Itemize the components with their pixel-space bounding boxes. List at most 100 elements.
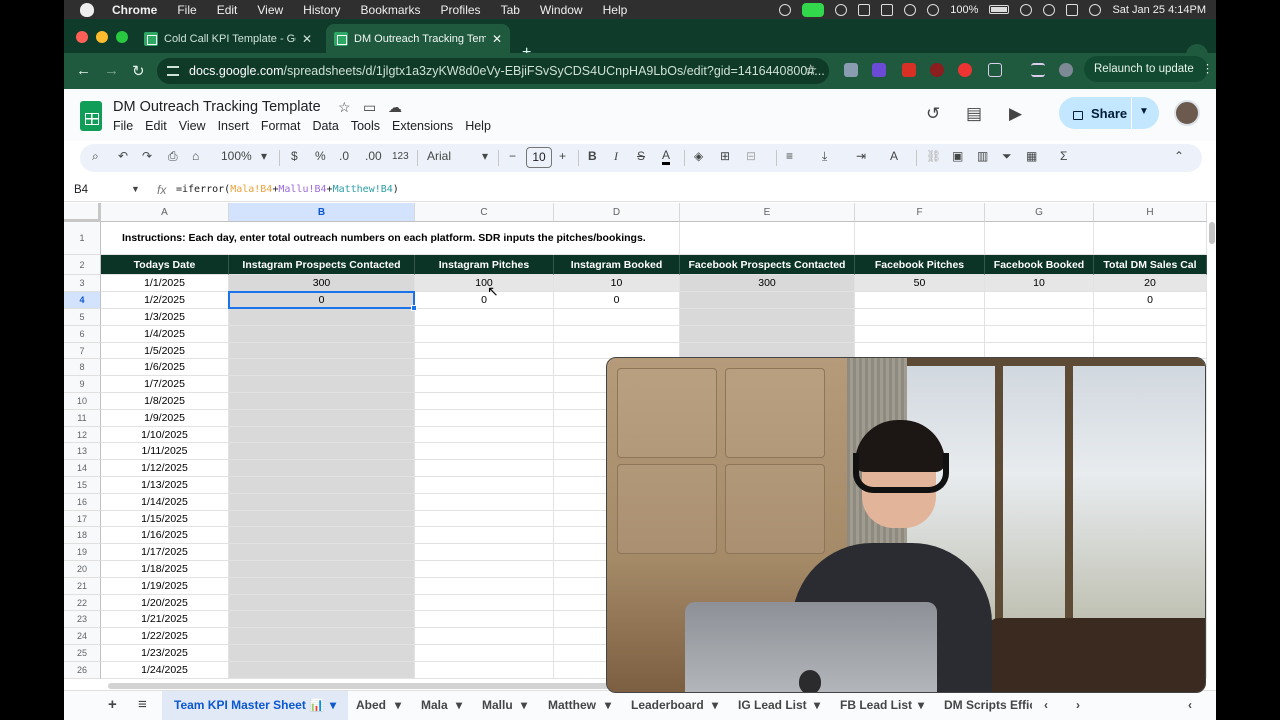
empty-cell[interactable] (415, 309, 554, 326)
column-title-3[interactable]: Instagram Booked (554, 255, 680, 275)
date-cell[interactable]: 1/10/2025 (101, 426, 229, 444)
menu-edit[interactable]: Edit (217, 3, 238, 17)
data-cell[interactable]: 10 (554, 275, 680, 292)
row-header-10[interactable]: 10 (64, 393, 101, 410)
empty-cell[interactable] (229, 409, 415, 427)
more-menu-icon[interactable]: ⋮ (1202, 63, 1214, 75)
data-cell[interactable]: 20 (1094, 275, 1207, 292)
empty-cell[interactable] (229, 510, 415, 528)
italic-icon[interactable]: I (614, 149, 618, 164)
reload-icon[interactable]: ↻ (132, 62, 145, 80)
spotlight-icon[interactable] (1043, 3, 1056, 16)
docs-menu-edit[interactable]: Edit (145, 119, 167, 133)
decrease-decimal-button[interactable]: .0 (339, 149, 349, 163)
screen-icon[interactable] (858, 3, 871, 16)
extensions-puzzle-icon[interactable] (988, 63, 1002, 77)
menu-file[interactable]: File (177, 3, 196, 17)
empty-cell[interactable] (229, 661, 415, 679)
row-header-23[interactable]: 23 (64, 611, 101, 629)
sheet-tab-matthew[interactable]: Matthew (548, 698, 596, 712)
insert-comment-icon[interactable]: ▣ (952, 149, 963, 163)
empty-cell[interactable] (554, 309, 680, 326)
empty-cell[interactable] (415, 393, 554, 410)
docs-menu-format[interactable]: Format (261, 119, 301, 133)
horizontal-align-icon[interactable]: ≡ (786, 149, 793, 163)
close-tab-icon[interactable]: ✕ (492, 32, 502, 46)
empty-cell[interactable] (415, 561, 554, 578)
redo-icon[interactable]: ↷ (142, 149, 152, 163)
date-cell[interactable]: 1/4/2025 (101, 325, 229, 343)
meet-icon[interactable]: ▶ (1009, 104, 1022, 124)
back-icon[interactable]: ← (76, 62, 91, 79)
empty-cell[interactable] (229, 493, 415, 511)
sheet-tab-leaderboard[interactable]: Leaderboard (631, 698, 704, 712)
empty-cell[interactable] (415, 661, 554, 679)
sheet-tab-caret-icon[interactable]: ▾ (521, 698, 527, 712)
menu-window[interactable]: Window (540, 3, 583, 17)
empty-cell[interactable] (415, 409, 554, 427)
empty-cell[interactable] (855, 325, 985, 343)
decrease-font-size-icon[interactable]: − (509, 149, 516, 163)
row-header-8[interactable]: 8 (64, 359, 101, 377)
data-cell[interactable]: 0 (554, 292, 680, 309)
bluetooth-icon[interactable] (927, 3, 940, 16)
column-header-d[interactable]: D (554, 203, 680, 222)
empty-cell[interactable] (855, 222, 985, 255)
docs-menu-extensions[interactable]: Extensions (392, 119, 453, 133)
empty-cell[interactable] (1094, 222, 1207, 255)
row-header-16[interactable]: 16 (64, 493, 101, 511)
docs-menu-help[interactable]: Help (465, 119, 491, 133)
empty-cell[interactable] (229, 577, 415, 595)
browser-tab-dm-outreach[interactable]: DM Outreach Tracking Templ ✕ (326, 24, 510, 53)
browser-tab-cold-call[interactable]: Cold Call KPI Template - Goo ✕ (136, 24, 320, 53)
empty-cell[interactable] (1094, 325, 1207, 343)
row-header-6[interactable]: 6 (64, 325, 101, 343)
text-color-icon[interactable]: A (662, 149, 671, 165)
sheet-tab-caret-icon[interactable]: ▾ (605, 698, 611, 712)
scroll-tabs-right-icon[interactable]: › (1076, 698, 1080, 712)
minimize-window-button[interactable] (96, 31, 108, 43)
date-cell[interactable]: 1/21/2025 (101, 611, 229, 629)
document-title[interactable]: DM Outreach Tracking Template (113, 99, 321, 115)
sheet-tab-caret-icon[interactable]: ▾ (456, 698, 462, 712)
name-box-caret-icon[interactable]: ▼ (131, 184, 140, 194)
date-cell[interactable]: 1/20/2025 (101, 594, 229, 612)
row-header-20[interactable]: 20 (64, 561, 101, 578)
empty-cell[interactable] (415, 611, 554, 629)
column-title-5[interactable]: Facebook Pitches (855, 255, 985, 275)
add-sheet-icon[interactable]: + (108, 696, 117, 713)
date-cell[interactable]: 1/6/2025 (101, 359, 229, 377)
sheet-tab-ig-lead-list[interactable]: IG Lead List (738, 698, 807, 712)
forward-icon[interactable]: → (104, 62, 119, 79)
filter-icon[interactable]: ⏷ (1002, 149, 1012, 164)
number-format-button[interactable]: 123 (392, 151, 409, 162)
column-title-0[interactable]: Todays Date (101, 255, 229, 275)
strikethrough-icon[interactable]: S (637, 149, 645, 163)
relaunch-button[interactable]: Relaunch to update ⋮ (1084, 56, 1213, 82)
empty-cell[interactable] (229, 544, 415, 561)
sheet-tab-caret-icon[interactable]: ▾ (918, 698, 924, 712)
cloud-status-icon[interactable]: ☁ (388, 99, 402, 116)
insert-link-icon[interactable]: ⛓ (926, 149, 941, 163)
row-header-22[interactable]: 22 (64, 594, 101, 612)
formula-input[interactable]: =iferror(Mala!B4+Mallu!B4+Matthew!B4) (176, 184, 399, 195)
menu-view[interactable]: View (257, 3, 283, 17)
data-cell[interactable] (680, 292, 855, 309)
row-header-25[interactable]: 25 (64, 645, 101, 662)
empty-cell[interactable] (415, 645, 554, 662)
move-folder-icon[interactable]: ▭ (363, 99, 376, 116)
row-header-11[interactable]: 11 (64, 409, 101, 427)
vertical-align-icon[interactable]: ⤓ (822, 149, 827, 164)
profile-icon[interactable] (1059, 63, 1073, 77)
comments-icon[interactable]: ▤ (966, 104, 982, 124)
zoom-caret-icon[interactable]: ▾ (261, 149, 267, 163)
insert-chart-icon[interactable]: ▥ (977, 149, 988, 163)
avatar[interactable] (1174, 100, 1200, 126)
currency-format-button[interactable]: $ (291, 149, 298, 163)
date-cell[interactable]: 1/12/2025 (101, 460, 229, 477)
menu-bookmarks[interactable]: Bookmarks (361, 3, 421, 17)
borders-icon[interactable]: ⊞ (720, 149, 730, 163)
sheet-tab-abed[interactable]: Abed (356, 698, 386, 712)
empty-cell[interactable] (415, 359, 554, 377)
data-cell[interactable]: 0 (229, 292, 415, 309)
